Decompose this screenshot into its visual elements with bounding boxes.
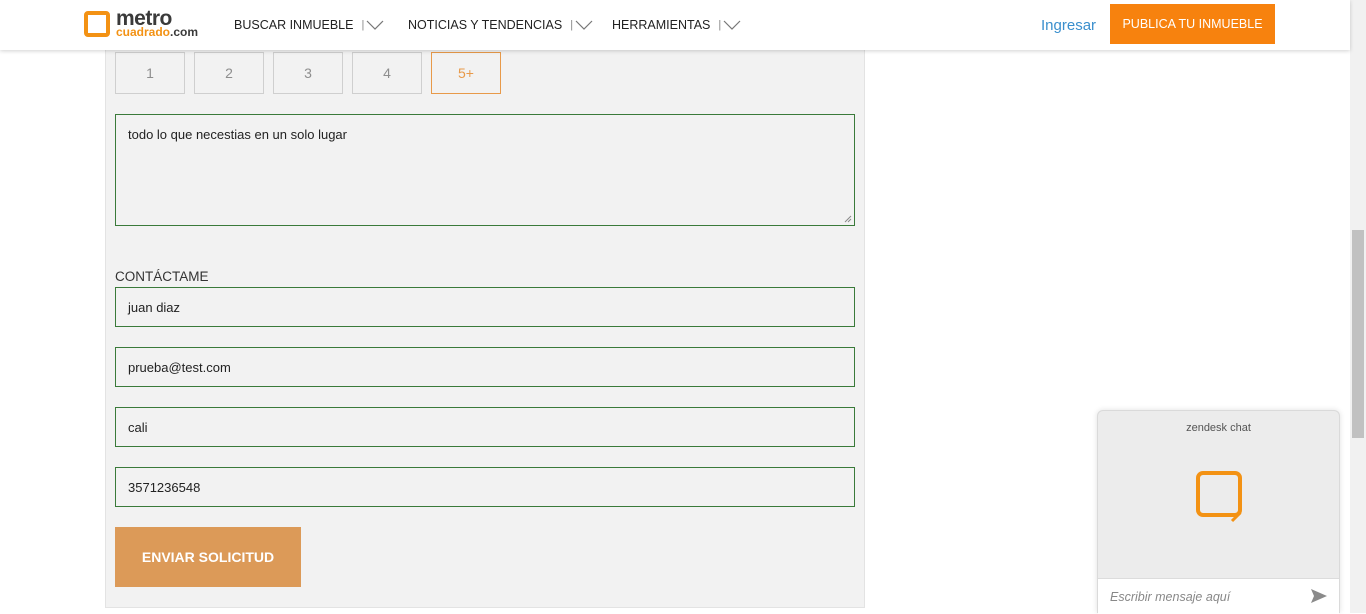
site-header: metro cuadrado.com BUSCAR INMUEBLE | NOT… — [0, 0, 1350, 50]
login-link[interactable]: Ingresar — [1041, 17, 1096, 34]
nav-buscar-inmueble[interactable]: BUSCAR INMUEBLE | — [234, 18, 384, 32]
city-value: cali — [128, 419, 148, 435]
option-button-2[interactable]: 2 — [194, 52, 264, 94]
nav-noticias-tendencias[interactable]: NOTICIAS Y TENDENCIAS | — [408, 18, 593, 32]
chevron-down-icon — [723, 20, 741, 30]
chevron-down-icon — [366, 20, 384, 30]
chat-message-input[interactable]: Escribir mensaje aquí — [1098, 578, 1339, 614]
chat-widget[interactable]: zendesk chat Escribir mensaje aquí — [1097, 410, 1340, 614]
page-scrollbar[interactable] — [1350, 0, 1366, 613]
name-value: juan diaz — [128, 299, 181, 315]
email-field[interactable]: prueba@test.com — [115, 347, 855, 387]
chevron-down-icon — [575, 20, 593, 30]
message-text: todo lo que necestias en un solo lugar — [128, 127, 347, 142]
send-icon[interactable] — [1310, 588, 1328, 604]
nav-label: NOTICIAS Y TENDENCIAS — [408, 18, 563, 32]
scrollbar-thumb[interactable] — [1352, 230, 1364, 438]
phone-value: 3571236548 — [128, 479, 201, 495]
site-logo[interactable]: metro cuadrado.com — [84, 7, 214, 41]
message-textarea[interactable]: todo lo que necestias en un solo lugar — [115, 114, 855, 226]
nav-label: BUSCAR INMUEBLE — [234, 18, 354, 32]
email-value: prueba@test.com — [128, 359, 231, 375]
logo-text-bottom: cuadrado.com — [116, 25, 199, 39]
option-button-4[interactable]: 4 — [352, 52, 422, 94]
submit-request-button[interactable]: ENVIAR SOLICITUD — [115, 527, 301, 587]
phone-field[interactable]: 3571236548 — [115, 467, 855, 507]
nav-herramientas[interactable]: HERRAMIENTAS | — [612, 18, 741, 32]
name-field[interactable]: juan diaz — [115, 287, 855, 327]
chat-brand-logo-icon — [1196, 471, 1242, 523]
publish-property-button[interactable]: PUBLICA TU INMUEBLE — [1110, 4, 1275, 44]
chat-title: zendesk chat — [1186, 422, 1251, 434]
nav-label: HERRAMIENTAS — [612, 18, 711, 32]
chat-input-placeholder: Escribir mensaje aquí — [1110, 590, 1231, 604]
option-button-1[interactable]: 1 — [115, 52, 185, 94]
city-field[interactable]: cali — [115, 407, 855, 447]
logo-mark-icon — [84, 11, 110, 37]
contact-section-label: CONTÁCTAME — [115, 269, 209, 284]
option-button-5-plus[interactable]: 5+ — [431, 52, 501, 94]
option-button-3[interactable]: 3 — [273, 52, 343, 94]
resize-handle-icon[interactable] — [844, 215, 852, 223]
